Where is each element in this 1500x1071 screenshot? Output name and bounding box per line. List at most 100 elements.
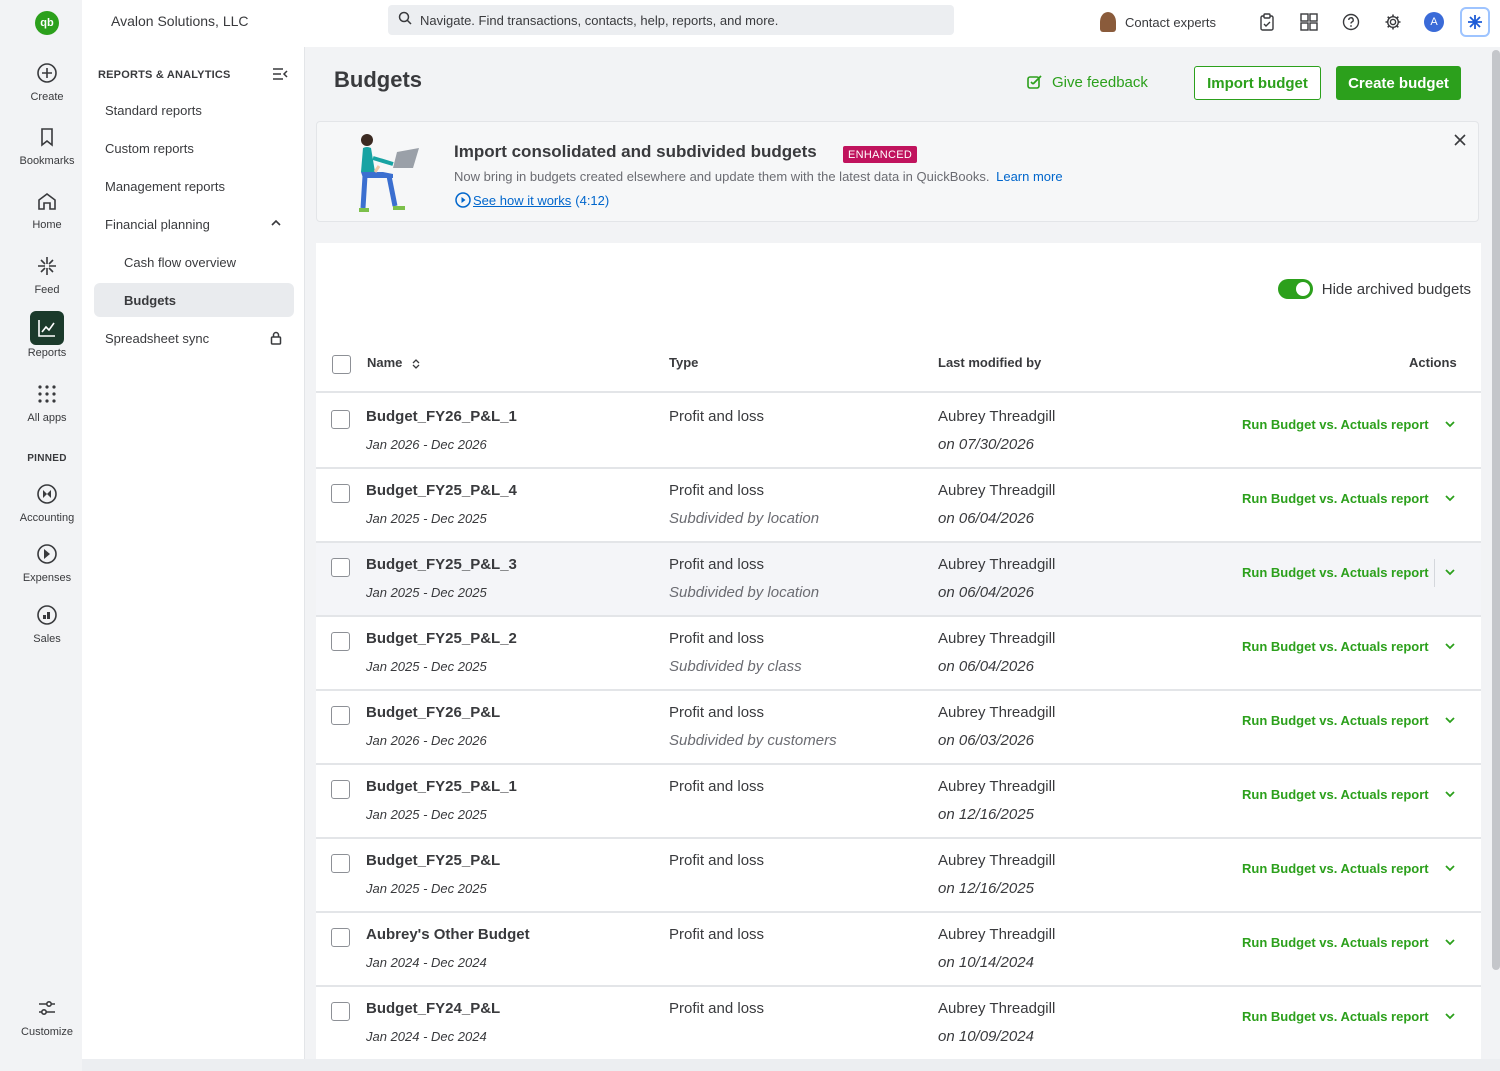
close-icon[interactable]: [1452, 132, 1468, 148]
help-icon[interactable]: [1340, 11, 1362, 33]
table-row[interactable]: Budget_FY25_P&L_1 Jan 2025 - Dec 2025 Prof…: [316, 765, 1481, 839]
row-checkbox[interactable]: [331, 410, 350, 429]
table-row[interactable]: Budget_FY24_P&L Jan 2024 - Dec 2024 Profit…: [316, 987, 1481, 1059]
budget-name[interactable]: Budget_FY26_P&L: [366, 704, 500, 721]
column-header-name[interactable]: Name: [367, 355, 421, 370]
apps-switch-icon[interactable]: [1298, 11, 1320, 33]
table-row[interactable]: Budget_FY25_P&L_4 Jan 2025 - Dec 2025 Prof…: [316, 469, 1481, 543]
run-report-link[interactable]: Run Budget vs. Actuals report: [1242, 787, 1429, 802]
run-report-link[interactable]: Run Budget vs. Actuals report: [1242, 491, 1429, 506]
quickbooks-logo[interactable]: qb: [35, 11, 59, 35]
create-budget-button[interactable]: Create budget: [1336, 66, 1461, 100]
rail-create[interactable]: Create: [12, 57, 82, 103]
subnav-budgets[interactable]: Budgets: [94, 283, 294, 317]
subnav-standard-reports[interactable]: Standard reports: [94, 93, 294, 127]
run-report-link[interactable]: Run Budget vs. Actuals report: [1242, 935, 1429, 950]
budget-date-range: Jan 2024 - Dec 2024: [366, 1029, 487, 1044]
table-row[interactable]: Aubrey's Other Budget Jan 2024 - Dec 2024…: [316, 913, 1481, 987]
rail-feed[interactable]: Feed: [12, 250, 82, 296]
subnav-financial-planning[interactable]: Financial planning: [94, 207, 294, 241]
budget-name[interactable]: Aubrey's Other Budget: [366, 926, 530, 943]
row-checkbox[interactable]: [331, 706, 350, 725]
table-row[interactable]: Budget_FY25_P&L Jan 2025 - Dec 2025 Profit…: [316, 839, 1481, 913]
pinned-heading: PINNED: [27, 453, 67, 464]
budget-type: Profit and loss: [669, 630, 765, 647]
give-feedback-link[interactable]: Give feedback: [1026, 73, 1148, 91]
run-report-link[interactable]: Run Budget vs. Actuals report: [1242, 861, 1429, 876]
table-row[interactable]: Budget_FY26_P&L Jan 2026 - Dec 2026 Profit…: [316, 691, 1481, 765]
budget-name[interactable]: Budget_FY26_P&L_1: [366, 408, 517, 425]
gear-icon[interactable]: [1382, 11, 1404, 33]
assistant-button[interactable]: [1460, 7, 1490, 37]
banner-description-text: Now bring in budgets created elsewhere a…: [454, 169, 990, 184]
rail-all-apps-label: All apps: [27, 412, 67, 424]
budget-name[interactable]: Budget_FY25_P&L_3: [366, 556, 517, 573]
chevron-down-icon[interactable]: [1443, 935, 1459, 951]
rail-reports-label: Reports: [27, 347, 67, 359]
home-icon: [31, 185, 63, 217]
import-budget-button[interactable]: Import budget: [1194, 66, 1321, 100]
expenses-icon: [31, 538, 63, 570]
rail-accounting[interactable]: Accounting: [12, 478, 82, 524]
budget-type: Profit and loss: [669, 1000, 765, 1017]
search-icon: [398, 11, 412, 30]
toggle-switch[interactable]: [1277, 279, 1313, 299]
run-report-link[interactable]: Run Budget vs. Actuals report: [1242, 565, 1429, 580]
global-search[interactable]: Navigate. Find transactions, contacts, h…: [388, 5, 954, 35]
chevron-down-icon[interactable]: [1443, 787, 1459, 803]
rail-home[interactable]: Home: [12, 185, 82, 231]
rail-sales[interactable]: Sales: [12, 599, 82, 645]
row-checkbox[interactable]: [331, 484, 350, 503]
table-row[interactable]: Budget_FY25_P&L_3 Jan 2025 - Dec 2025 Prof…: [316, 543, 1481, 617]
budget-subdivision: Subdivided by location: [669, 584, 820, 601]
chevron-down-icon[interactable]: [1443, 713, 1459, 729]
budget-name[interactable]: Budget_FY25_P&L_2: [366, 630, 517, 647]
company-name[interactable]: Avalon Solutions, LLC: [111, 13, 249, 29]
rail-sales-label: Sales: [33, 633, 61, 645]
chevron-down-icon[interactable]: [1443, 417, 1459, 433]
rail-reports[interactable]: Reports: [12, 311, 82, 359]
learn-more-link[interactable]: Learn more: [996, 169, 1062, 184]
run-report-link[interactable]: Run Budget vs. Actuals report: [1242, 1009, 1429, 1024]
chevron-down-icon[interactable]: [1443, 861, 1459, 877]
collapse-menu-icon[interactable]: [272, 67, 288, 86]
chevron-down-icon[interactable]: [1443, 565, 1459, 581]
table-row[interactable]: Budget_FY26_P&L_1 Jan 2026 - Dec 2026 Prof…: [316, 395, 1481, 469]
run-report-link[interactable]: Run Budget vs. Actuals report: [1242, 639, 1429, 654]
chevron-up-icon: [270, 217, 282, 232]
user-avatar[interactable]: A: [1424, 12, 1444, 32]
contact-experts-button[interactable]: Contact experts: [1099, 12, 1216, 32]
rail-all-apps[interactable]: All apps: [12, 378, 82, 424]
hide-archived-toggle[interactable]: Hide archived budgets: [1277, 279, 1471, 299]
rail-customize[interactable]: Customize: [12, 992, 82, 1038]
page-scrollbar[interactable]: [1492, 50, 1500, 970]
budget-name[interactable]: Budget_FY25_P&L_4: [366, 482, 517, 499]
subnav-spreadsheet-sync[interactable]: Spreadsheet sync: [94, 321, 294, 355]
run-report-link[interactable]: Run Budget vs. Actuals report: [1242, 713, 1429, 728]
budget-name[interactable]: Budget_FY25_P&L_1: [366, 778, 517, 795]
select-all-checkbox[interactable]: [332, 355, 351, 374]
chevron-down-icon[interactable]: [1443, 491, 1459, 507]
budget-name[interactable]: Budget_FY24_P&L: [366, 1000, 500, 1017]
column-header-modified: Last modified by: [938, 355, 1042, 370]
row-checkbox[interactable]: [331, 558, 350, 577]
budget-type: Profit and loss: [669, 556, 765, 573]
row-checkbox[interactable]: [331, 1002, 350, 1021]
chevron-down-icon[interactable]: [1443, 1009, 1459, 1025]
chevron-down-icon[interactable]: [1443, 639, 1459, 655]
budget-name[interactable]: Budget_FY25_P&L: [366, 852, 500, 869]
subnav-custom-reports[interactable]: Custom reports: [94, 131, 294, 165]
rail-bookmarks[interactable]: Bookmarks: [12, 121, 82, 167]
row-checkbox[interactable]: [331, 928, 350, 947]
video-link[interactable]: See how it works (4:12): [455, 192, 609, 208]
subnav-management-reports[interactable]: Management reports: [94, 169, 294, 203]
clipboard-icon[interactable]: [1256, 11, 1278, 33]
row-checkbox[interactable]: [331, 632, 350, 651]
subnav-cash-flow-overview[interactable]: Cash flow overview: [94, 245, 294, 279]
rail-expenses[interactable]: Expenses: [12, 538, 82, 584]
table-row[interactable]: Budget_FY25_P&L_2 Jan 2025 - Dec 2025 Prof…: [316, 617, 1481, 691]
row-checkbox[interactable]: [331, 780, 350, 799]
top-bar-actions: Contact experts A: [1099, 6, 1490, 38]
run-report-link[interactable]: Run Budget vs. Actuals report: [1242, 417, 1429, 432]
row-checkbox[interactable]: [331, 854, 350, 873]
